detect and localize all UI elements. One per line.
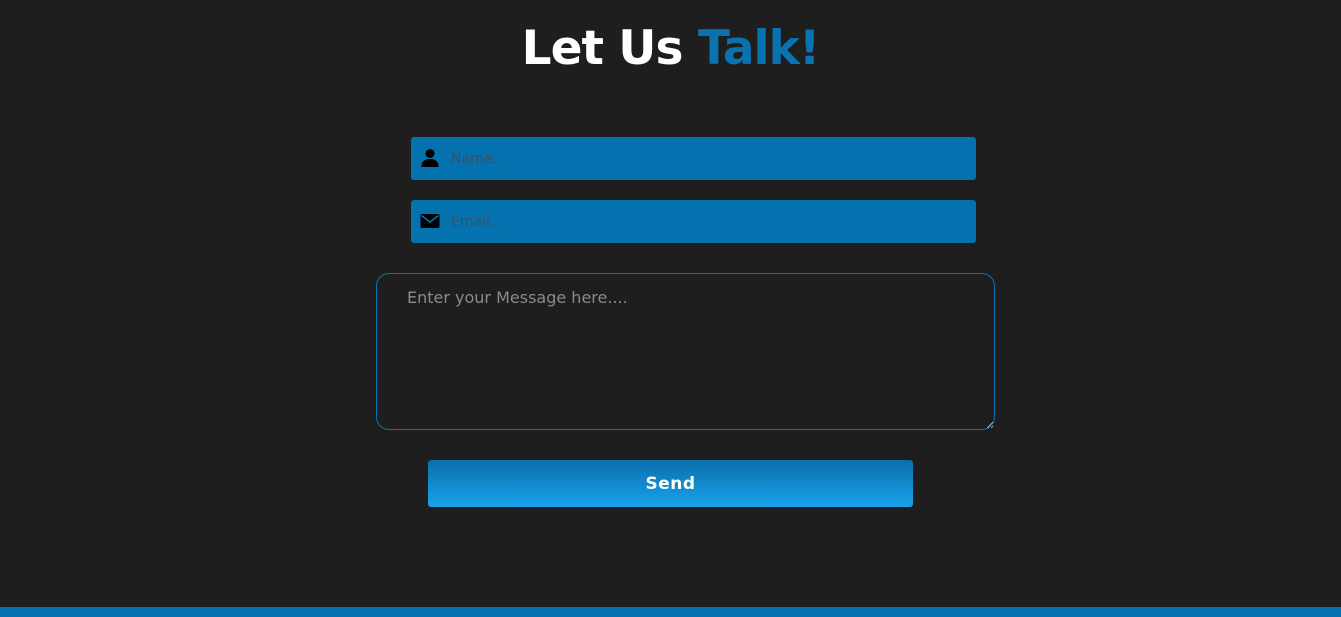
email-field[interactable] [411, 200, 976, 243]
message-textarea[interactable] [376, 273, 995, 430]
send-button[interactable]: Send [428, 460, 913, 507]
title-main-text: Let Us [521, 21, 698, 76]
user-icon [421, 149, 439, 167]
envelope-icon [420, 214, 440, 228]
footer-accent-bar [0, 607, 1341, 617]
name-input[interactable] [451, 137, 966, 180]
page-title: Let Us Talk! [0, 20, 1341, 78]
title-accent-text: Talk! [697, 21, 821, 76]
name-field[interactable] [411, 137, 976, 180]
email-input[interactable] [451, 200, 966, 243]
